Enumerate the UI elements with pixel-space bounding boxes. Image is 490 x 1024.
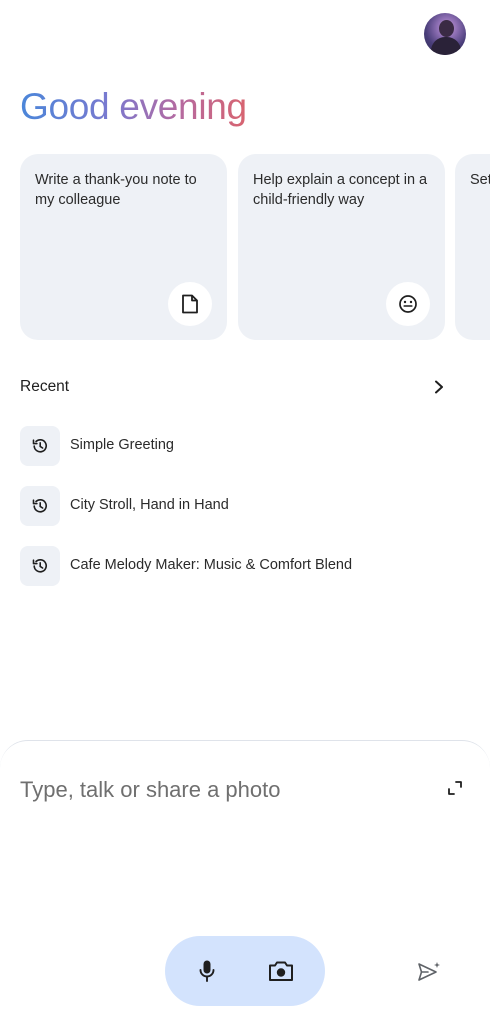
- history-icon: [20, 426, 60, 466]
- avatar-head-shape: [439, 20, 454, 37]
- recent-item[interactable]: Simple Greeting: [20, 426, 470, 466]
- expand-icon[interactable]: [444, 777, 466, 799]
- suggestion-cards-carousel[interactable]: Write a thank-you note to my colleague H…: [20, 154, 490, 340]
- chevron-right-icon[interactable]: [428, 376, 450, 398]
- suggestion-card-text: Write a thank-you note to my colleague: [35, 172, 197, 208]
- suggestion-card-3[interactable]: Set your: [455, 154, 490, 340]
- user-avatar[interactable]: [424, 13, 466, 55]
- recent-item-label: Cafe Melody Maker: Music & Comfort Blend: [70, 557, 353, 573]
- suggestion-card-text: Help explain a concept in a child-friend…: [253, 172, 428, 208]
- composer-panel: [0, 740, 490, 1024]
- suggestion-card-1[interactable]: Write a thank-you note to my colleague: [20, 154, 227, 340]
- history-icon: [20, 486, 60, 526]
- avatar-body-shape: [431, 37, 461, 55]
- recent-item-label: City Stroll, Hand in Hand: [70, 497, 229, 513]
- recent-item[interactable]: Cafe Melody Maker: Music & Comfort Blend: [20, 546, 470, 586]
- document-icon: [168, 282, 212, 326]
- recent-item[interactable]: City Stroll, Hand in Hand: [20, 486, 470, 526]
- microphone-icon[interactable]: [189, 953, 225, 989]
- prompt-input[interactable]: [20, 773, 420, 807]
- smiley-face-icon: [386, 282, 430, 326]
- recent-item-label: Simple Greeting: [70, 437, 174, 453]
- suggestion-card-text: Set your: [470, 172, 490, 188]
- history-icon: [20, 546, 60, 586]
- media-input-pill: [165, 936, 325, 1006]
- greeting-title: Good evening: [20, 86, 247, 127]
- send-sparkle-icon[interactable]: [413, 955, 445, 987]
- recent-section-header: Recent: [20, 376, 450, 398]
- camera-icon[interactable]: [263, 953, 299, 989]
- suggestion-card-2[interactable]: Help explain a concept in a child-friend…: [238, 154, 445, 340]
- recent-title: Recent: [20, 378, 70, 395]
